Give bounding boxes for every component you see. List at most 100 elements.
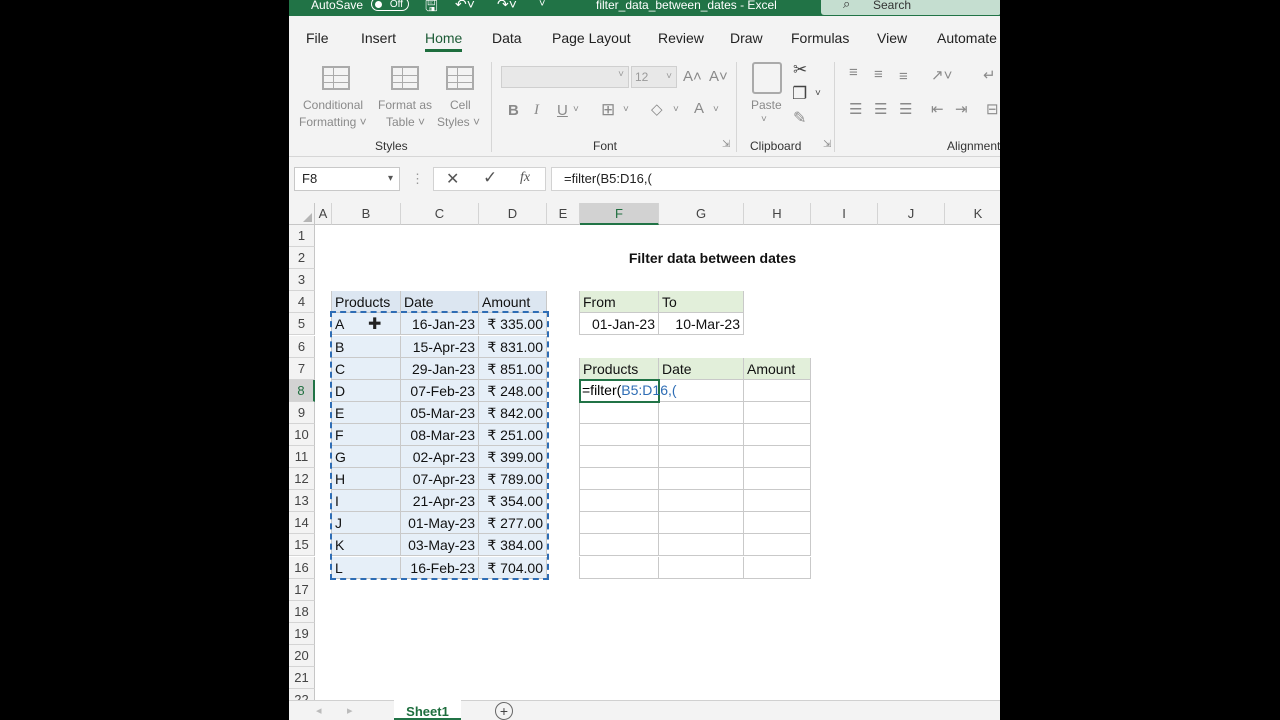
undo-icon[interactable]: ↶˅ (455, 0, 475, 13)
chevron-down-icon[interactable]: ˅ (713, 104, 719, 115)
column-header-k[interactable]: K (945, 203, 1000, 225)
tab-data[interactable]: Data (492, 30, 522, 46)
tab-insert[interactable]: Insert (361, 30, 396, 46)
result-cell[interactable] (744, 401, 811, 424)
result-header[interactable]: Amount (744, 357, 811, 380)
table-cell-amount[interactable]: ₹ 789.00 (479, 468, 547, 491)
row-header-7[interactable]: 7 (289, 357, 315, 380)
row-header-13[interactable]: 13 (289, 490, 315, 513)
bold-icon[interactable]: B (508, 102, 519, 119)
result-cell[interactable] (580, 468, 659, 491)
row-header-22[interactable]: 22 (289, 689, 315, 700)
clipboard-dialog-launcher-icon[interactable]: ⇲ (823, 139, 831, 150)
name-box[interactable]: F8 ▾ (294, 167, 400, 191)
tab-review[interactable]: Review (658, 30, 704, 46)
table-cell-date[interactable]: 05-Mar-23 (401, 401, 479, 424)
cancel-icon[interactable]: ✕ (446, 169, 459, 189)
paste-label[interactable]: Paste (751, 98, 782, 112)
table-cell-product[interactable]: K (332, 534, 401, 557)
result-cell[interactable] (659, 534, 744, 557)
font-dialog-launcher-icon[interactable]: ⇲ (722, 139, 730, 150)
criteria-header-to[interactable]: To (659, 291, 744, 314)
table-cell-product[interactable]: J (332, 512, 401, 535)
merge-center-icon[interactable]: ⊟ (986, 100, 999, 118)
align-top-icon[interactable]: ≡ (849, 64, 858, 81)
table-cell-product[interactable]: G (332, 446, 401, 468)
chevron-down-icon[interactable]: ˅ (815, 88, 821, 99)
table-cell-product[interactable]: A (332, 313, 401, 336)
row-header-12[interactable]: 12 (289, 468, 315, 491)
result-cell[interactable] (580, 490, 659, 513)
result-cell[interactable] (659, 401, 744, 424)
criteria-from-date[interactable]: 01-Jan-23 (580, 313, 659, 336)
result-cell[interactable] (580, 446, 659, 468)
chevron-down-icon[interactable]: ˅ (761, 114, 767, 125)
column-header-g[interactable]: G (659, 203, 744, 225)
table-cell-amount[interactable]: ₹ 704.00 (479, 556, 547, 579)
row-header-11[interactable]: 11 (289, 446, 315, 468)
result-cell[interactable] (744, 556, 811, 579)
result-cell[interactable] (659, 556, 744, 579)
result-cell[interactable] (580, 534, 659, 557)
tab-view[interactable]: View (877, 30, 907, 46)
tab-home[interactable]: Home (425, 30, 463, 52)
chevron-down-icon[interactable]: ˅ (573, 104, 579, 115)
result-cell[interactable] (580, 401, 659, 424)
table-cell-date[interactable]: 08-Mar-23 (401, 423, 479, 446)
row-header-3[interactable]: 3 (289, 269, 315, 292)
wrap-text-icon[interactable]: ↵ (983, 66, 996, 84)
result-header[interactable]: Products (580, 357, 659, 380)
result-cell[interactable] (744, 446, 811, 468)
result-cell[interactable] (659, 468, 744, 491)
row-header-20[interactable]: 20 (289, 644, 315, 667)
increase-font-icon[interactable]: A˄ (683, 68, 702, 85)
result-cell[interactable] (659, 446, 744, 468)
decrease-font-icon[interactable]: A˅ (709, 68, 728, 85)
table-cell-product[interactable]: L (332, 556, 401, 579)
font-size-box[interactable]: 12 ˅ (631, 66, 677, 88)
chevron-down-icon[interactable]: ▾ (388, 168, 393, 190)
result-cell[interactable] (744, 379, 811, 402)
redo-icon[interactable]: ↷˅ (497, 0, 517, 13)
column-header-c[interactable]: C (401, 203, 479, 225)
result-cell[interactable] (659, 512, 744, 535)
table-cell-product[interactable]: D (332, 379, 401, 402)
format-painter-icon[interactable]: ✎ (793, 108, 806, 128)
column-header-i[interactable]: I (811, 203, 878, 225)
table-cell-date[interactable]: 03-May-23 (401, 534, 479, 557)
row-header-4[interactable]: 4 (289, 291, 315, 314)
font-name-box[interactable]: ˅ (501, 66, 629, 88)
conditional-formatting-label-1[interactable]: Conditional (303, 98, 363, 112)
table-cell-date[interactable]: 15-Apr-23 (401, 335, 479, 358)
table-cell-date[interactable]: 21-Apr-23 (401, 490, 479, 513)
criteria-header-from[interactable]: From (580, 291, 659, 314)
table-cell-date[interactable]: 16-Jan-23 (401, 313, 479, 336)
table-cell-amount[interactable]: ₹ 399.00 (479, 446, 547, 468)
autosave-toggle[interactable]: Off (371, 0, 409, 11)
result-cell[interactable] (659, 490, 744, 513)
cut-icon[interactable]: ✂ (793, 60, 807, 80)
table-header[interactable]: Products (332, 291, 401, 314)
cell-styles-label-2[interactable]: Styles ˅ (437, 115, 480, 129)
table-cell-product[interactable]: C (332, 357, 401, 380)
tab-automate[interactable]: Automate (937, 30, 997, 46)
format-as-table-label-2[interactable]: Table ˅ (386, 115, 425, 129)
criteria-to-date[interactable]: 10-Mar-23 (659, 313, 744, 336)
row-header-8[interactable]: 8 (289, 379, 315, 402)
row-header-5[interactable]: 5 (289, 313, 315, 336)
tab-formulas[interactable]: Formulas (791, 30, 849, 46)
result-cell[interactable] (580, 423, 659, 446)
table-cell-date[interactable]: 01-May-23 (401, 512, 479, 535)
table-cell-amount[interactable]: ₹ 851.00 (479, 357, 547, 380)
align-center-icon[interactable]: ☰ (874, 100, 887, 118)
conditional-formatting-label-2[interactable]: Formatting ˅ (299, 115, 367, 129)
column-header-j[interactable]: J (878, 203, 945, 225)
orientation-icon[interactable]: ↗˅ (931, 66, 952, 84)
customize-toolbar-icon[interactable]: ˅ (539, 0, 545, 10)
result-cell[interactable] (580, 512, 659, 535)
table-header[interactable]: Amount (479, 291, 547, 314)
more-options-icon[interactable]: ⋮ (411, 171, 424, 187)
result-cell[interactable] (744, 423, 811, 446)
format-as-table-label-1[interactable]: Format as (378, 98, 432, 112)
row-header-9[interactable]: 9 (289, 401, 315, 424)
